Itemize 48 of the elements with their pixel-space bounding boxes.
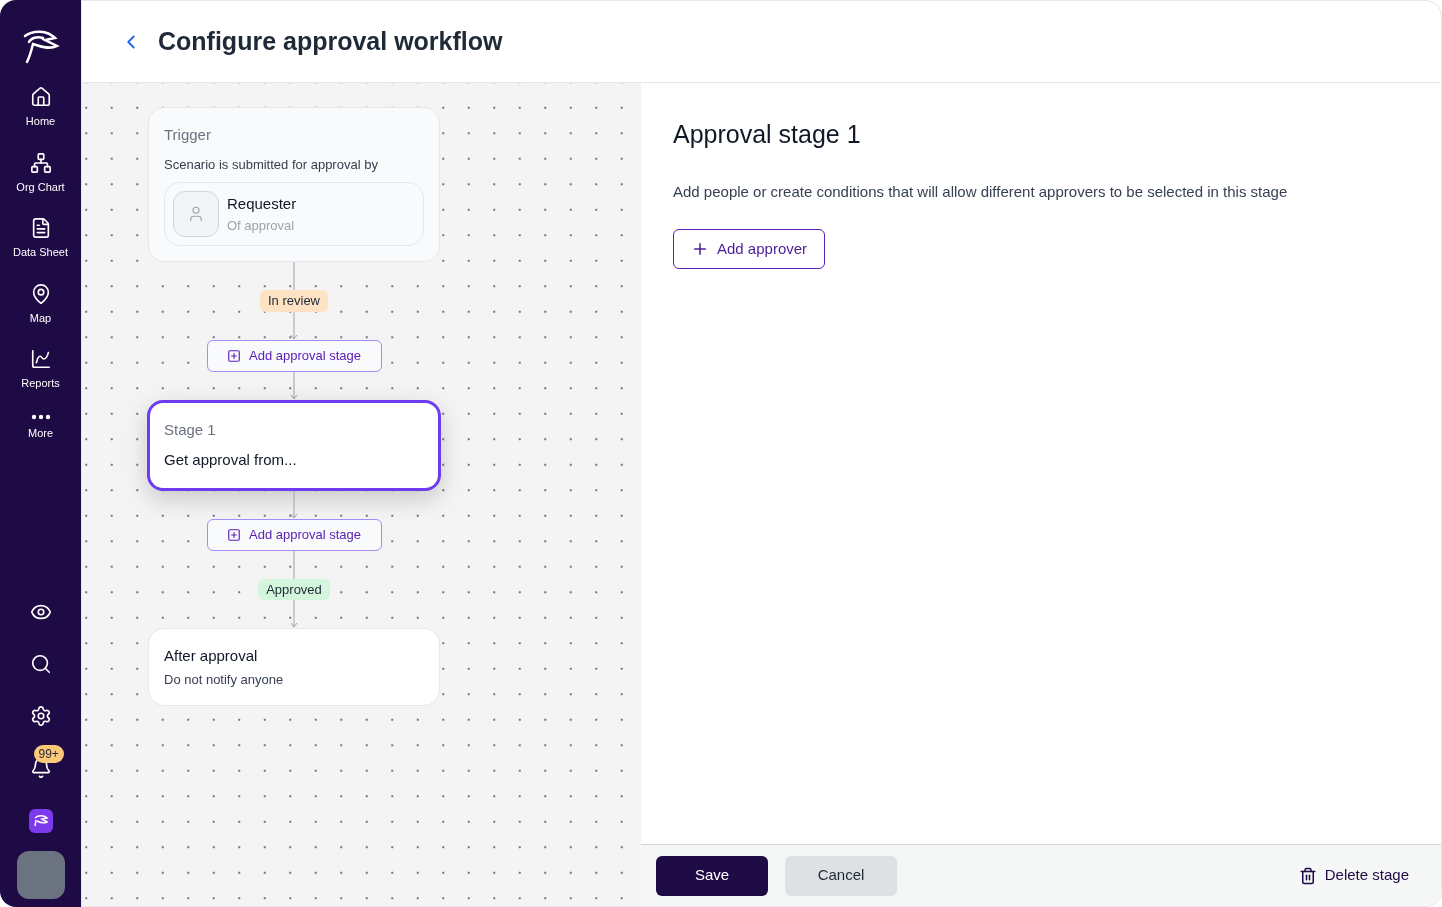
delete-stage-button[interactable]: Delete stage [1298,864,1409,887]
nav-item[interactable]: Map [4,282,77,326]
card-title: After approval [164,646,259,666]
settings-icon[interactable] [29,705,52,727]
home-icon [29,86,52,108]
org-chart-icon [29,151,52,174]
card-title: Trigger [164,125,212,145]
cancel-button[interactable]: Cancel [785,855,897,896]
save-button[interactable]: Save [656,855,768,896]
more-icon [30,413,51,420]
stage-card[interactable]: Stage 1 Get approval from... [147,399,441,491]
card-text: Get approval from... [164,450,298,470]
trash-icon [1298,866,1317,885]
card-text: Scenario is submitted for approval by [164,155,379,174]
panel-title: Approval stage 1 [673,119,862,150]
status-chip: In review [260,290,328,312]
card-title: Stage 1 [164,419,217,440]
connector-line [293,550,295,579]
app-logo-icon[interactable] [28,809,53,833]
connector-arrow [290,600,298,628]
nav-item[interactable]: Data Sheet [4,217,77,261]
user-avatar[interactable] [16,851,65,899]
after-approval-card[interactable]: After approval Do not notify anyone [148,628,440,706]
card-text: Do not notify anyone [164,670,285,689]
status-chip: Approved [258,578,330,600]
add-stage-button[interactable]: Add approval stage [206,518,382,551]
person-icon [187,205,205,223]
page-title: Configure approval workflow [158,25,503,57]
trigger-card[interactable]: Trigger Scenario is submitted for approval by Requester Of approval [148,107,440,262]
panel-description: Add people or create conditions that will allow different approvers to be selected in this stage [673,181,1289,202]
nav-item[interactable]: Org Chart [4,151,77,195]
connector-arrow [290,371,298,399]
plus-square-icon [227,527,241,542]
chart-icon [29,348,52,370]
connector-arrow [290,490,298,518]
plus-icon [691,240,709,258]
add-stage-button[interactable]: Add approval stage [206,339,382,372]
connector-arrow [290,311,298,339]
nav-item[interactable]: Reports [4,348,77,392]
add-approver-button[interactable]: Add approver [673,229,826,269]
nav-item[interactable]: More [4,413,77,441]
nav-item[interactable]: Home [4,86,77,130]
person-role: Of approval [227,216,296,235]
search-icon[interactable] [29,653,52,675]
person-name: Requester [227,194,297,214]
connector-line [293,262,295,290]
notification-badge: 99+ [33,745,64,763]
plus-square-icon [227,348,241,363]
